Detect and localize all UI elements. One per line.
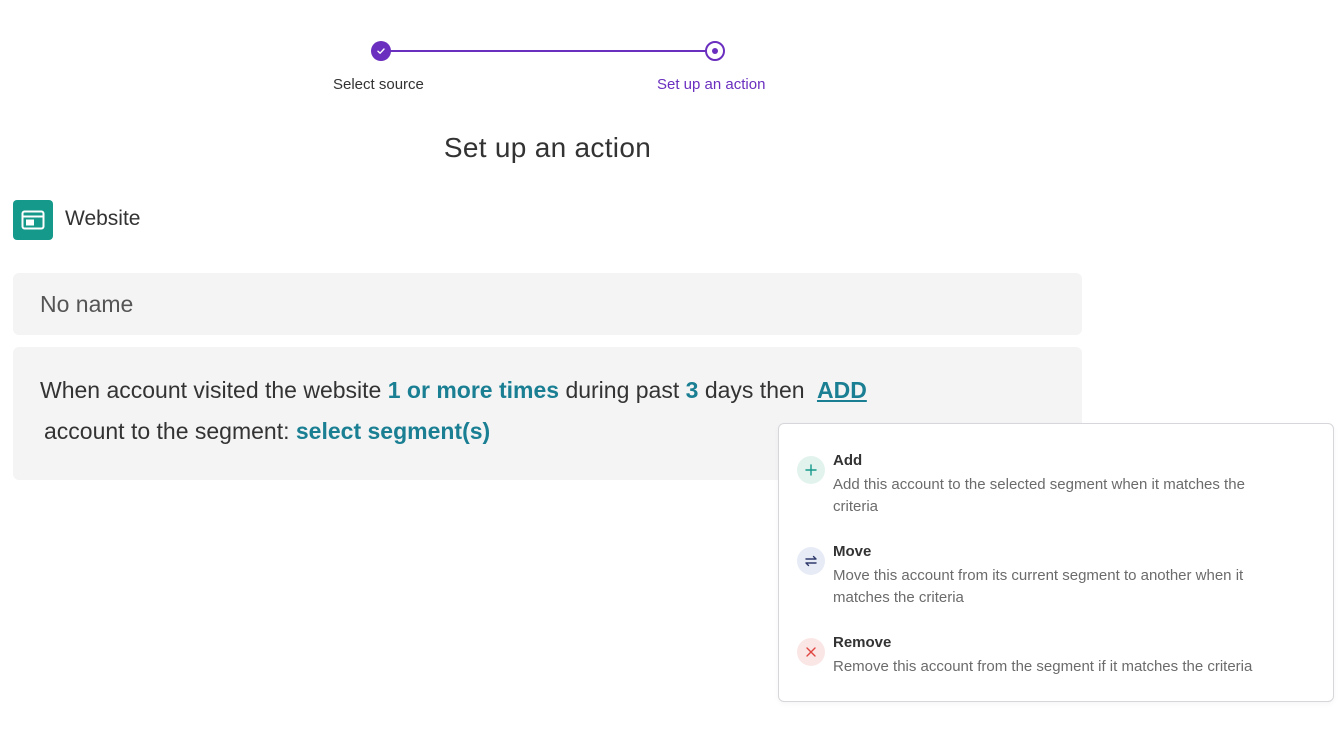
action-selector[interactable]: ADD [817, 377, 867, 403]
progress-stepper: Select source Set up an action [0, 0, 1340, 110]
option-description: Add this account to the selected segment… [833, 476, 1245, 515]
rule-sentence-line-1: When account visited the website 1 or mo… [40, 377, 867, 404]
step-complete-check-icon[interactable] [371, 41, 391, 61]
frequency-selector[interactable]: 1 or more times [388, 377, 559, 403]
rule-prefix-text: When account visited the website [40, 377, 382, 403]
menu-option-move[interactable]: Move Move this account from its current … [797, 543, 1317, 611]
segment-selector[interactable]: select segment(s) [296, 418, 490, 444]
step-label-select-source[interactable]: Select source [333, 76, 424, 93]
menu-option-remove[interactable]: Remove Remove this account from the segm… [797, 634, 1317, 684]
option-title: Remove [833, 634, 892, 651]
page-title: Set up an action [443, 132, 652, 163]
rule-during-text: during past [565, 377, 680, 403]
option-description: Move this account from its current segme… [833, 567, 1244, 606]
option-title: Add [833, 452, 863, 469]
rule-sentence-line-2: account to the segment: select segment(s… [44, 418, 490, 445]
step-label-set-up-action[interactable]: Set up an action [657, 76, 765, 93]
browser-window-icon [13, 200, 53, 240]
rule-days-suffix-text: days then [704, 377, 805, 403]
stepper-connector [390, 50, 706, 52]
plus-icon [797, 456, 825, 484]
menu-option-add[interactable]: Add Add this account to the selected seg… [797, 452, 1317, 520]
rule-name-input[interactable]: No name [13, 273, 1082, 335]
swap-arrows-icon [797, 547, 825, 575]
option-title: Move [833, 543, 872, 560]
source-label: Website [65, 207, 141, 230]
days-selector[interactable]: 3 [686, 377, 699, 403]
action-dropdown-menu: Add Add this account to the selected seg… [778, 423, 1334, 702]
segment-prefix-text: account to the segment: [44, 418, 290, 444]
option-description: Remove this account from the segment if … [833, 658, 1253, 675]
step-current-indicator[interactable] [705, 41, 725, 61]
close-icon [797, 638, 825, 666]
